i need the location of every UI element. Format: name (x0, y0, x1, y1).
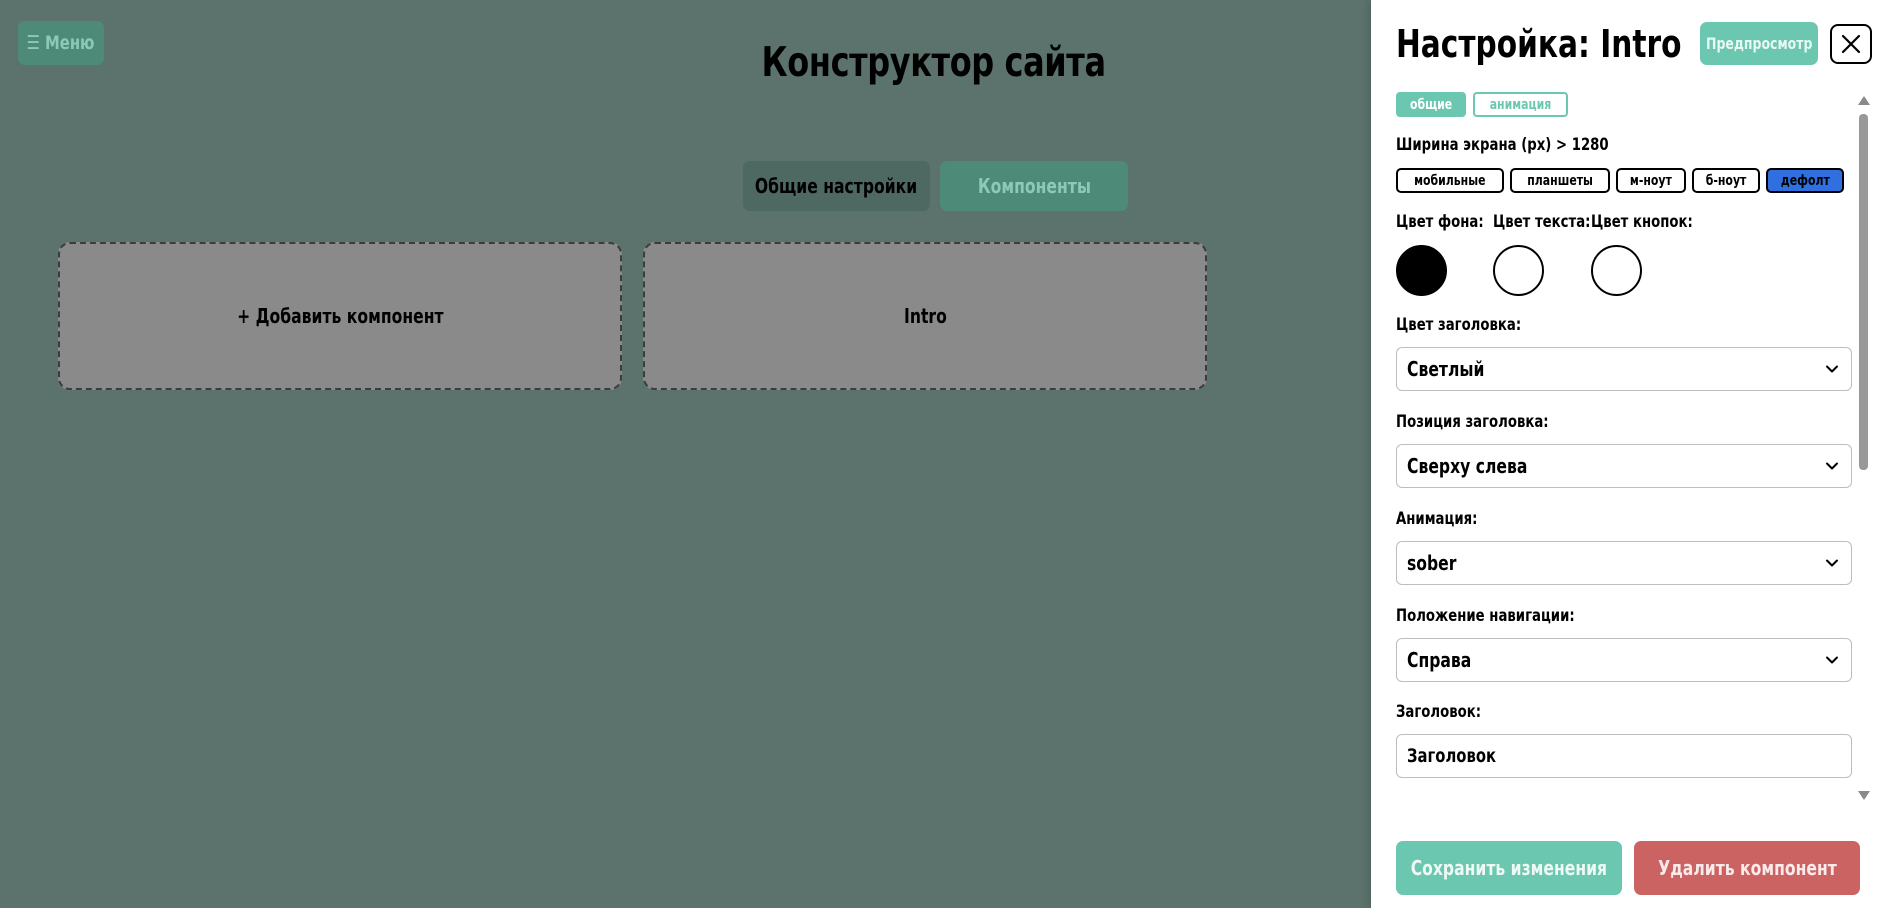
breakpoint-mobile[interactable]: мобильные (1396, 168, 1504, 193)
settings-panel: Настройка: Intro Предпросмотр общие аним… (1371, 0, 1883, 908)
button-color-swatch[interactable] (1591, 245, 1642, 296)
section-tabs: общие анимация (1396, 92, 1569, 117)
screen-width-label: Ширина экрана (px) > 1280 (1396, 135, 1609, 155)
heading-position-select[interactable]: Сверху слева (1396, 444, 1852, 488)
heading-color-select[interactable]: Светлый (1396, 347, 1852, 391)
chevron-down-icon (1826, 462, 1838, 470)
chevron-down-icon (1826, 559, 1838, 567)
breakpoint-small-laptop[interactable]: м-ноут (1615, 168, 1686, 193)
text-color-swatch[interactable] (1493, 245, 1544, 296)
chevron-down-icon (1826, 365, 1838, 373)
close-icon (1841, 34, 1861, 54)
heading-position-label: Позиция заголовка: (1396, 412, 1549, 432)
nav-position-label: Положение навигации: (1396, 606, 1575, 626)
chevron-down-icon (1826, 656, 1838, 664)
bg-color-swatch[interactable] (1396, 245, 1447, 296)
component-card-intro[interactable]: Intro (643, 242, 1207, 390)
heading-text-label: Заголовок: (1396, 702, 1482, 722)
tab-general-settings[interactable]: Общие настройки (743, 161, 930, 211)
scrollbar-thumb[interactable] (1859, 114, 1868, 470)
breakpoint-selector: мобильные планшеты м-ноут б-ноут дефолт (1396, 168, 1845, 193)
component-card-label: Intro (903, 304, 947, 328)
button-color-label: Цвет кнопок: (1591, 212, 1693, 232)
heading-color-label: Цвет заголовка: (1396, 315, 1522, 335)
animation-select[interactable]: sober (1396, 541, 1852, 585)
add-component-card[interactable]: + Добавить компонент (58, 242, 622, 390)
close-button[interactable] (1830, 24, 1872, 64)
animation-label: Анимация: (1396, 509, 1478, 529)
section-tab-general[interactable]: общие (1396, 92, 1467, 117)
add-component-label: + Добавить компонент (236, 304, 444, 328)
scroll-down-arrow-icon[interactable] (1858, 791, 1870, 800)
panel-scrollbar[interactable] (1856, 96, 1870, 800)
bg-color-label: Цвет фона: (1396, 212, 1484, 232)
scroll-up-arrow-icon[interactable] (1858, 96, 1870, 105)
breakpoint-large-laptop[interactable]: б-ноут (1691, 168, 1760, 193)
breakpoint-default[interactable]: дефолт (1765, 168, 1845, 193)
section-tab-animation[interactable]: анимация (1473, 92, 1569, 117)
nav-position-select[interactable]: Справа (1396, 638, 1852, 682)
panel-content: общие анимация Ширина экрана (px) > 1280… (1396, 90, 1852, 800)
preview-button[interactable]: Предпросмотр (1700, 22, 1818, 65)
delete-component-button[interactable]: Удалить компонент (1634, 841, 1860, 895)
tab-components[interactable]: Компоненты (940, 161, 1128, 211)
save-changes-button[interactable]: Сохранить изменения (1396, 841, 1622, 895)
heading-input[interactable]: Заголовок (1396, 734, 1852, 778)
breakpoint-tablet[interactable]: планшеты (1509, 168, 1610, 193)
